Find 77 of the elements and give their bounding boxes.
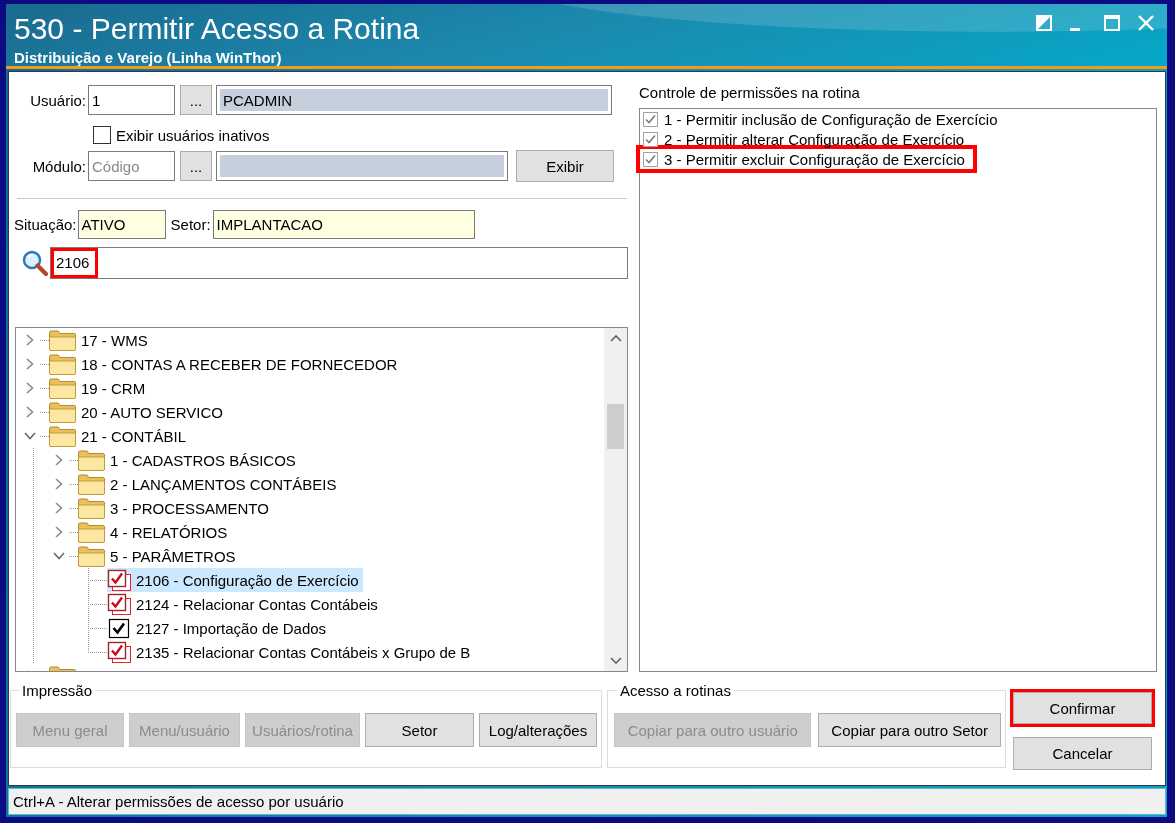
search-value: 2106	[51, 247, 99, 278]
status-field: ATIVO	[77, 209, 166, 239]
print-button[interactable]: Log/alterações	[479, 713, 597, 747]
tree-item[interactable]: 2135 - Relacionar Contas Contábeis x Grupo de B	[107, 640, 475, 664]
field-label: Usuário:	[29, 91, 86, 109]
folder-icon	[78, 521, 105, 543]
scrollbar-thumb[interactable]	[607, 404, 624, 449]
checkbox-label: Exibir usuários inativos	[116, 126, 270, 144]
checkbox[interactable]	[643, 131, 658, 147]
tree-item[interactable]: 2 - LANÇAMENTOS CONTÁBEIS	[78, 472, 341, 496]
show-button[interactable]: Exibir	[516, 150, 614, 182]
folder-icon	[49, 425, 76, 447]
lookup-button[interactable]: ...	[180, 151, 212, 181]
sector-field: IMPLANTACAO	[212, 209, 475, 239]
chevron-down-icon[interactable]	[24, 432, 36, 440]
user-name-field: PCADMIN	[216, 85, 612, 115]
tree-item[interactable]: 1 - CADASTROS BÁSICOS	[78, 448, 300, 472]
tree-item[interactable]: 20 - AUTO SERVICO	[49, 400, 227, 424]
folder-icon	[78, 473, 105, 495]
user-code-field[interactable]: 1	[88, 85, 175, 115]
tree-item[interactable]: 17 - WMS	[49, 328, 152, 352]
module-code-field[interactable]: Código	[88, 151, 175, 181]
field-label: Setor:	[170, 215, 211, 233]
chevron-right-icon[interactable]	[26, 406, 34, 418]
chevron-down-icon[interactable]	[53, 552, 65, 560]
search-field[interactable]: 2106	[50, 246, 628, 279]
folder-icon	[49, 401, 76, 423]
field-label: Situação:	[14, 215, 77, 233]
folder-icon	[49, 329, 76, 351]
folder-icon	[78, 497, 105, 519]
tree-item[interactable]: 5 - PARÂMETROS	[78, 544, 240, 568]
checkbox[interactable]	[107, 641, 131, 663]
tree-item[interactable]: 4 - RELATÓRIOS	[78, 520, 232, 544]
print-button[interactable]: Setor	[365, 713, 474, 747]
close-icon[interactable]	[1138, 15, 1154, 31]
tree-item[interactable]: 3 - PROCESSAMENTO	[78, 496, 273, 520]
copy-button[interactable]: Copiar para outro Setor	[818, 713, 1001, 747]
tree-item[interactable]: 18 - CONTAS A RECEBER DE FORNECEDOR	[49, 352, 402, 376]
chevron-right-icon[interactable]	[26, 334, 34, 346]
window-title: 530 - Permitir Acesso a Rotina	[14, 12, 420, 46]
chevron-right-icon[interactable]	[26, 358, 34, 370]
checkbox[interactable]	[643, 111, 658, 127]
checkbox[interactable]	[643, 151, 658, 167]
action-button[interactable]: Confirmar	[1013, 692, 1152, 724]
checkbox[interactable]	[107, 617, 131, 639]
checkbox[interactable]	[107, 593, 131, 615]
search-icon	[22, 249, 48, 276]
chevron-right-icon[interactable]	[55, 478, 63, 490]
group-title: Impressão	[21, 682, 94, 699]
half-filled-square-icon[interactable]	[1036, 15, 1052, 31]
checkbox[interactable]	[107, 569, 131, 591]
checkbox[interactable]	[93, 126, 111, 144]
field-label: Módulo:	[31, 157, 86, 175]
lookup-button[interactable]: ...	[180, 85, 212, 115]
tree-item[interactable]: 2127 - Importação de Dados	[107, 616, 331, 640]
chevron-right-icon[interactable]	[26, 382, 34, 394]
chevron-right-icon[interactable]	[55, 526, 63, 538]
folder-icon	[78, 545, 105, 567]
permission-item[interactable]: 1 - Permitir inclusão de Configuração de Exercício	[640, 109, 1006, 129]
chevron-right-icon[interactable]	[55, 454, 63, 466]
window-subtitle: Distribuição e Varejo (Linha WinThor)	[14, 49, 283, 67]
permissions-title: Controle de permissões na rotina	[639, 84, 861, 101]
action-button[interactable]: Cancelar	[1013, 737, 1152, 770]
tree-item[interactable]: 2124 - Relacionar Contas Contábeis	[107, 592, 382, 616]
tree-item[interactable]: 19 - CRM	[49, 376, 150, 400]
tree-item[interactable]: 21 - CONTÁBIL	[49, 424, 191, 448]
chevron-down-icon[interactable]	[609, 657, 622, 664]
scrollbar[interactable]	[604, 328, 627, 671]
maximize-icon[interactable]	[1104, 15, 1120, 31]
status-bar: Ctrl+A - Alterar permissões de acesso por usuário	[8, 788, 1166, 815]
folder-icon	[49, 377, 76, 399]
chevron-up-icon[interactable]	[609, 335, 622, 342]
tree-item[interactable]: 2106 - Configuração de Exercício	[107, 568, 363, 592]
folder-icon	[78, 449, 105, 471]
chevron-right-icon[interactable]	[55, 502, 63, 514]
folder-icon	[49, 353, 76, 375]
group-title: Acesso a rotinas	[619, 682, 732, 699]
